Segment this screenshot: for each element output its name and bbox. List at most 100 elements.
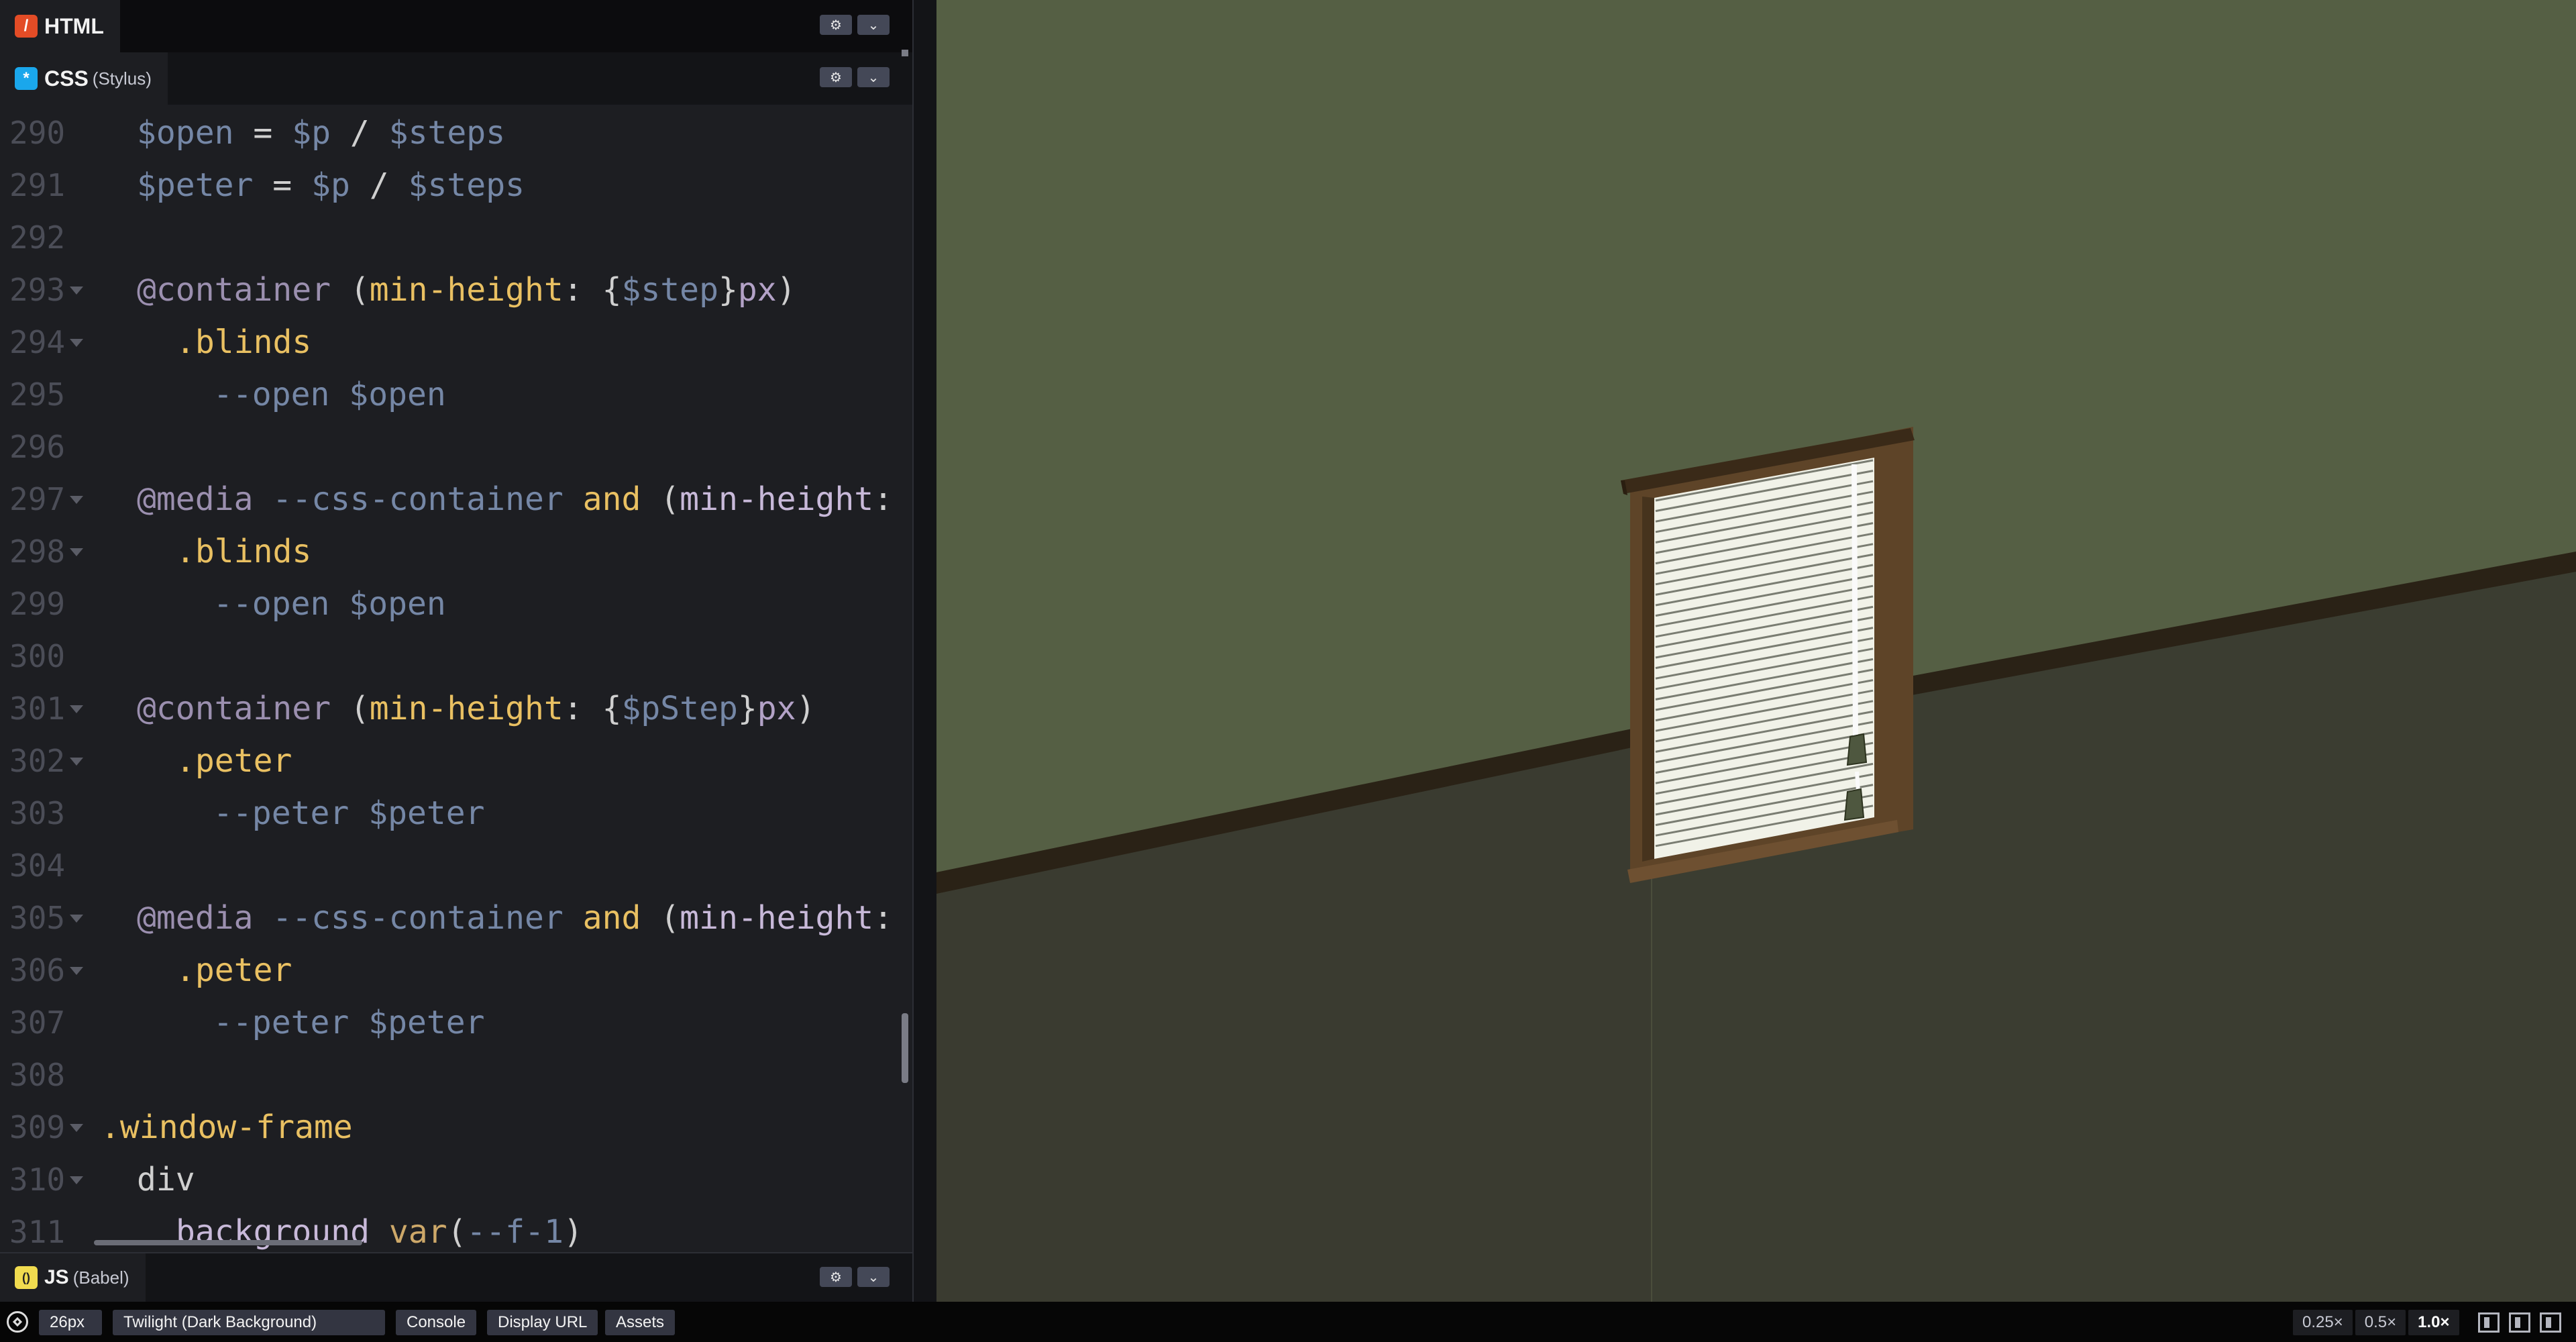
css-collapse-button[interactable]: ⌄: [857, 67, 890, 87]
fold-toggle-icon[interactable]: [70, 758, 83, 766]
code-text: @container (min-height: {$step}px): [137, 271, 796, 309]
code-token: min-height: [369, 271, 564, 309]
codepen-logo-icon[interactable]: [7, 1311, 28, 1333]
js-collapse-button[interactable]: ⌄: [857, 1267, 890, 1287]
pane-resize-divider[interactable]: [912, 0, 936, 1302]
html-editor-tab[interactable]: / HTML: [0, 0, 120, 52]
code-text: $peter = $p / $steps: [137, 166, 525, 204]
line-number: 310: [9, 1162, 66, 1198]
code-token: $peter: [137, 166, 254, 204]
code-line[interactable]: 309 .window-frame: [0, 1101, 912, 1153]
line-number: 295: [9, 376, 66, 413]
code-line[interactable]: 304: [0, 839, 912, 892]
html-collapse-button[interactable]: ⌄: [857, 15, 890, 35]
code-token: min-height: [369, 690, 564, 727]
code-line[interactable]: 294 .blinds: [0, 316, 912, 368]
code-line[interactable]: 297 @media --css-container and (min-heigh…: [0, 473, 912, 525]
code-line[interactable]: 305 @media --css-container and (min-heigh…: [0, 892, 912, 944]
code-text: .peter: [176, 951, 292, 989]
line-number: 292: [9, 219, 66, 256]
result-preview[interactable]: [936, 0, 2576, 1302]
css-code-area[interactable]: 290 $open = $p / $steps 291 $peter = $p / $…: [0, 105, 912, 1252]
display-url-button[interactable]: Display URL: [487, 1310, 598, 1335]
code-line[interactable]: 293 @container (min-height: {$step}px): [0, 264, 912, 316]
fold-toggle-icon[interactable]: [70, 339, 83, 347]
console-button[interactable]: Console: [396, 1310, 477, 1335]
js-editor-header: () JS (Babel) ⚙ ⌄: [0, 1252, 912, 1302]
code-line[interactable]: 301 @container (min-height: {$pStep}px): [0, 682, 912, 735]
code-token: --peter: [213, 1004, 369, 1041]
cord-weight-lower: [1843, 788, 1865, 821]
code-line[interactable]: 298 .blinds: [0, 525, 912, 578]
code-text: @container (min-height: {$pStep}px): [137, 690, 815, 727]
fold-toggle-icon[interactable]: [70, 705, 83, 713]
blind-cord-lower: [1855, 771, 1860, 792]
assets-button[interactable]: Assets: [605, 1310, 676, 1335]
code-line[interactable]: 292: [0, 211, 912, 264]
layout-left-icon[interactable]: [2478, 1312, 2500, 1333]
code-line[interactable]: 302 .peter: [0, 735, 912, 787]
line-number: 309: [9, 1109, 66, 1145]
line-number: 298: [9, 533, 66, 570]
theme-select[interactable]: Twilight (Dark Background): [113, 1310, 385, 1335]
code-token: ): [564, 1213, 583, 1251]
code-token: $p: [311, 166, 350, 204]
fold-toggle-icon[interactable]: [70, 967, 83, 975]
line-number: 300: [9, 638, 66, 674]
scrollbar-marker: [902, 50, 908, 56]
code-token: $steps: [388, 114, 506, 152]
layout-top-icon[interactable]: [2509, 1312, 2530, 1333]
zoom-0-5-button[interactable]: 0.5×: [2355, 1310, 2406, 1335]
code-line[interactable]: 291 $peter = $p / $steps: [0, 159, 912, 211]
line-number: 307: [9, 1004, 66, 1041]
code-line[interactable]: 295 --open $open: [0, 368, 912, 421]
layout-right-icon[interactable]: [2540, 1312, 2561, 1333]
code-token: $peter: [368, 1004, 485, 1041]
code-token: .peter: [176, 951, 292, 989]
code-token: (: [330, 690, 370, 727]
fold-toggle-icon[interactable]: [70, 1124, 83, 1132]
code-text: .window-frame: [101, 1108, 353, 1146]
code-text: --peter $peter: [213, 794, 485, 832]
html-settings-button[interactable]: ⚙: [820, 15, 852, 35]
code-line[interactable]: 308: [0, 1049, 912, 1101]
fold-toggle-icon[interactable]: [70, 496, 83, 504]
code-token: : {: [563, 271, 622, 309]
code-text: .peter: [176, 742, 292, 780]
js-settings-button[interactable]: ⚙: [820, 1267, 852, 1287]
code-token: min-height: [680, 899, 874, 937]
css-editor-tab[interactable]: * CSS (Stylus): [0, 52, 168, 105]
code-token: (: [641, 480, 680, 518]
code-text: $open = $p / $steps: [137, 114, 505, 152]
css-settings-button[interactable]: ⚙: [820, 67, 852, 87]
code-text: .blinds: [176, 533, 311, 570]
gear-icon: ⚙: [830, 1270, 842, 1285]
code-text: @media --css-container and (min-height: …: [137, 480, 912, 518]
js-editor-tab[interactable]: () JS (Babel): [0, 1253, 146, 1302]
code-line[interactable]: 300: [0, 630, 912, 682]
window: [1621, 427, 1915, 883]
code-text: --open $open: [213, 585, 446, 623]
code-text: @media --css-container and (min-height: …: [137, 899, 912, 937]
horizontal-scrollbar-thumb[interactable]: [94, 1240, 362, 1245]
vertical-scrollbar-thumb[interactable]: [902, 1013, 908, 1083]
footer-bar: 26px Twilight (Dark Background) Console …: [0, 1302, 2576, 1342]
code-token: --open: [213, 585, 350, 623]
fold-toggle-icon[interactable]: [70, 287, 83, 295]
zoom-1-0-button[interactable]: 1.0×: [2408, 1310, 2459, 1335]
code-line[interactable]: 299 --open $open: [0, 578, 912, 630]
line-number: 291: [9, 167, 66, 203]
font-size-button[interactable]: 26px: [39, 1310, 102, 1335]
code-line[interactable]: 296: [0, 421, 912, 473]
fold-toggle-icon[interactable]: [70, 1176, 83, 1184]
code-line[interactable]: 306 .peter: [0, 944, 912, 996]
code-line[interactable]: 307 --peter $peter: [0, 996, 912, 1049]
code-line[interactable]: 290 $open = $p / $steps: [0, 107, 912, 159]
gear-icon: ⚙: [830, 17, 842, 33]
zoom-0-25-button[interactable]: 0.25×: [2293, 1310, 2353, 1335]
fold-toggle-icon[interactable]: [70, 915, 83, 923]
fold-toggle-icon[interactable]: [70, 548, 83, 556]
code-line[interactable]: 303 --peter $peter: [0, 787, 912, 839]
code-token: --css-container: [253, 899, 583, 937]
code-line[interactable]: 310 div: [0, 1153, 912, 1206]
